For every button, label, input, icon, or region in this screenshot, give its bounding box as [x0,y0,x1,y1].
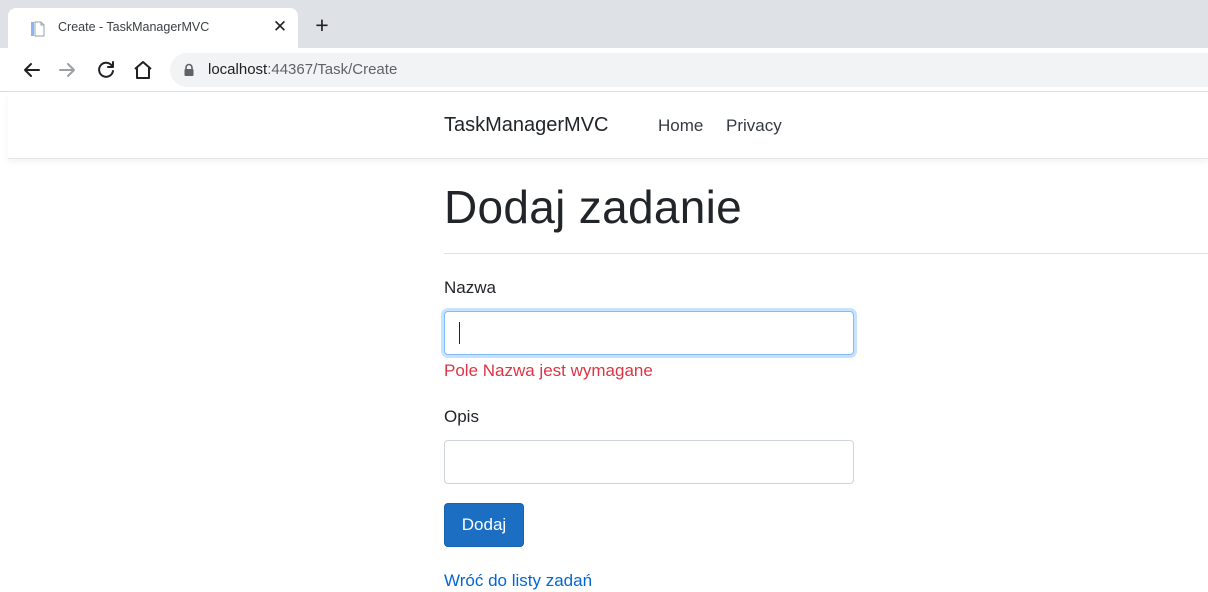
site-navbar: TaskManagerMVC Home Privacy [8,93,1208,159]
new-tab-button[interactable]: + [311,14,333,37]
name-label: Nazwa [444,278,496,297]
name-input[interactable] [444,311,854,355]
description-input[interactable] [444,440,854,484]
browser-tabstrip: Create - TaskManagerMVC ✕ + [0,0,1208,48]
lock-icon[interactable] [182,63,196,77]
tab-title: Create - TaskManagerMVC [58,20,210,34]
description-label: Opis [444,407,479,426]
url-text: localhost:44367/Task/Create [208,61,397,78]
home-icon[interactable] [131,58,155,82]
arrow-left-icon[interactable] [20,58,44,82]
nav-link-privacy[interactable]: Privacy [726,116,782,136]
tab-close-icon[interactable]: ✕ [270,17,290,37]
browser-tab-active[interactable]: Create - TaskManagerMVC ✕ [8,8,298,48]
url-host: localhost [208,61,268,78]
name-validation-error: Pole Nazwa jest wymagane [444,361,653,380]
text-caret [459,322,460,344]
title-divider [444,253,1208,254]
page-title: Dodaj zadanie [444,181,743,233]
address-bar[interactable]: localhost:44367/Task/Create [170,53,1208,87]
document-favicon-icon [30,21,46,37]
nav-link-home[interactable]: Home [658,116,703,136]
browser-toolbar: localhost:44367/Task/Create [0,48,1208,92]
add-button[interactable]: Dodaj [444,503,524,547]
url-path: :44367/Task/Create [267,61,398,78]
arrow-right-icon[interactable] [55,58,79,82]
reload-icon[interactable] [94,58,118,82]
back-to-list-link[interactable]: Wróć do listy zadań [444,571,592,591]
navbar-brand[interactable]: TaskManagerMVC [444,114,609,137]
